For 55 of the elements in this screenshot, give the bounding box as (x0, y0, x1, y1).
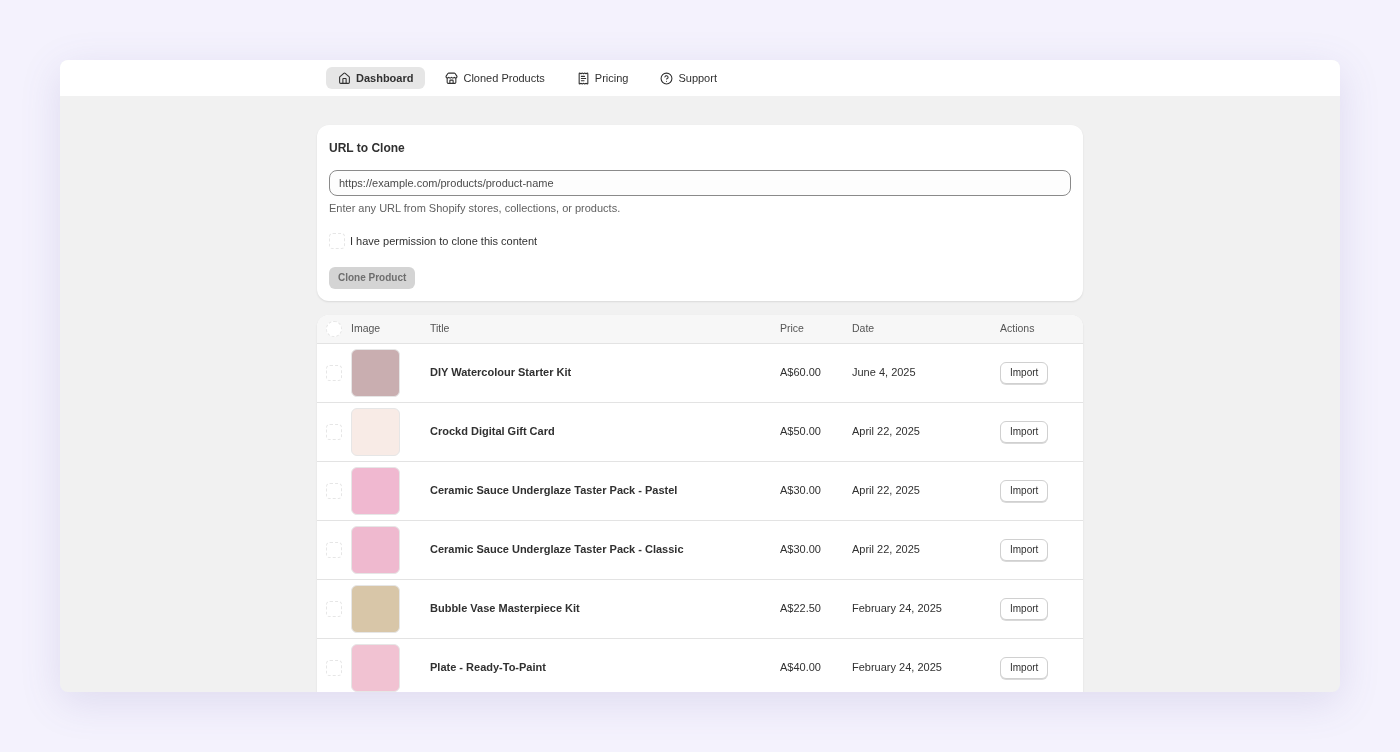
date-cell-text: June 4, 2025 (852, 365, 917, 381)
price-cell-text: A$30.00 (780, 542, 822, 558)
column-header: Image (351, 320, 382, 336)
import-button[interactable]: Import (1000, 656, 1049, 679)
price-cell-text: A$40.00 (780, 660, 822, 676)
checkbox[interactable] (326, 320, 342, 337)
price-cell-text: A$50.00 (780, 424, 822, 440)
column-header: Actions (1000, 320, 1035, 336)
help-icon (660, 71, 674, 85)
price-cell-text: A$22.50 (780, 601, 822, 617)
import-button[interactable]: Import (1000, 479, 1049, 502)
product-title: Ceramic Sauce Underglaze Taster Pack - Classic (430, 542, 685, 558)
receipt-icon (576, 71, 590, 85)
column-header: Date (852, 320, 876, 336)
url-input-field[interactable]: https://example.com/products/product-name (329, 170, 1071, 196)
column-header: Title (430, 320, 451, 336)
photo-placeholder (351, 584, 400, 633)
checkbox[interactable] (326, 364, 342, 381)
home-icon (338, 71, 351, 85)
checkbox[interactable] (326, 659, 342, 676)
date-cell-text: April 22, 2025 (852, 424, 921, 440)
nav-tab[interactable]: Pricing (564, 67, 641, 89)
nav-tab[interactable]: Support (648, 67, 729, 89)
nav-tab[interactable]: Dashboard (326, 67, 426, 89)
photo-placeholder (351, 407, 400, 456)
import-button[interactable]: Import (1000, 538, 1049, 561)
import-button[interactable]: Import (1000, 597, 1049, 620)
import-button[interactable]: Import (1000, 361, 1049, 384)
photo-placeholder (351, 525, 400, 574)
date-cell-text: April 22, 2025 (852, 542, 921, 558)
checkbox[interactable] (326, 482, 342, 499)
permission-label: I have permission to clone this content (350, 233, 538, 249)
help-text: Enter any URL from Shopify stores, collections, or products. (329, 201, 622, 216)
product-title: Bubble Vase Masterpiece Kit (430, 601, 581, 617)
product-title: DIY Watercolour Starter Kit (430, 365, 573, 381)
checkbox[interactable] (326, 423, 342, 440)
checkbox[interactable] (329, 232, 345, 249)
product-title: Crockd Digital Gift Card (430, 424, 556, 440)
import-button[interactable]: Import (1000, 420, 1049, 443)
photo-placeholder (351, 643, 400, 692)
photo-placeholder (351, 466, 400, 515)
checkbox[interactable] (326, 541, 342, 558)
column-header: Price (780, 320, 805, 336)
date-cell-text: February 24, 2025 (852, 660, 943, 676)
checkbox[interactable] (326, 600, 342, 617)
price-cell-text: A$60.00 (780, 365, 822, 381)
product-title: Ceramic Sauce Underglaze Taster Pack - Pastel (430, 483, 679, 499)
price-cell-text: A$30.00 (780, 483, 822, 499)
date-cell-text: February 24, 2025 (852, 601, 943, 617)
date-cell-text: April 22, 2025 (852, 483, 921, 499)
photo-placeholder (351, 348, 400, 397)
card-title: URL to Clone (329, 140, 406, 157)
product-title: Plate - Ready-To-Paint (430, 660, 547, 676)
store-icon (445, 71, 459, 85)
nav-tab[interactable]: Cloned Products (433, 67, 557, 89)
